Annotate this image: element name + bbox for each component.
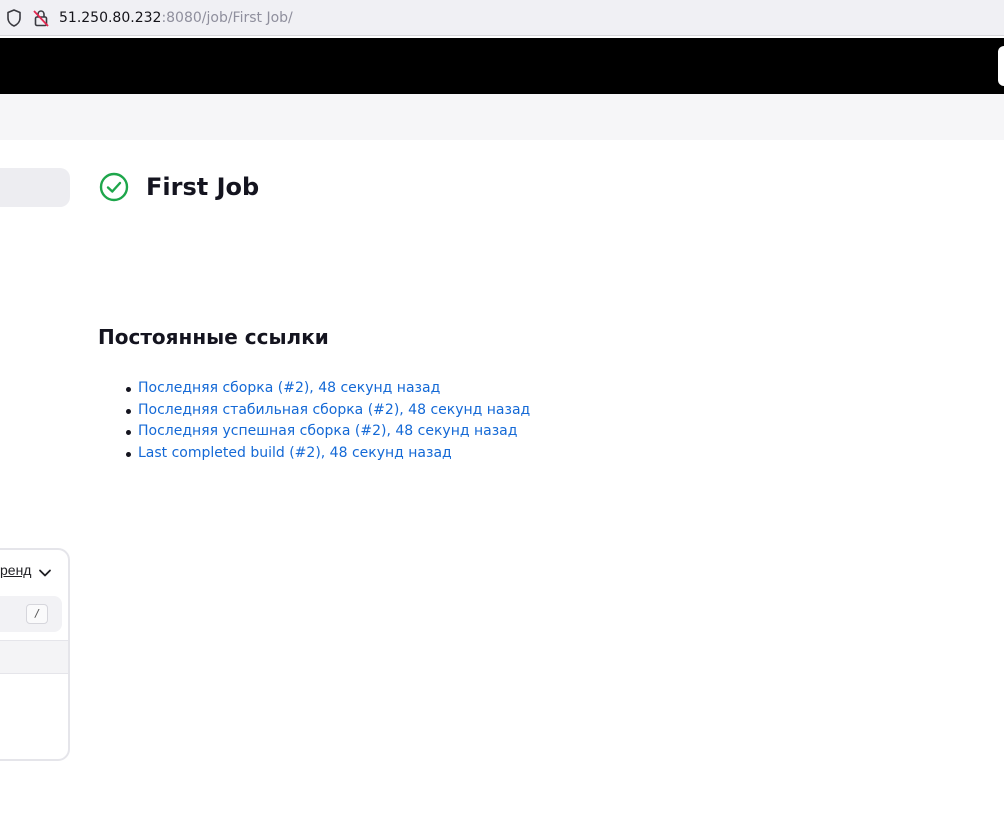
- list-item: Последняя сборка (#2), 48 секунд назад: [122, 378, 530, 400]
- divider: [0, 673, 68, 674]
- success-check-icon: [99, 172, 129, 202]
- list-item: Последняя успешная сборка (#2), 48 секун…: [122, 421, 530, 443]
- last-stable-build-link[interactable]: Последняя стабильная сборка (#2), 48 сек…: [138, 402, 530, 418]
- build-row[interactable]: [0, 641, 68, 673]
- header-action-button[interactable]: [998, 46, 1004, 86]
- browser-url-bar[interactable]: 51.250.80.232:8080/job/First Job/: [0, 0, 1004, 36]
- trend-link[interactable]: ренд: [0, 562, 31, 578]
- list-item: Last completed build (#2), 48 секунд наз…: [122, 443, 530, 465]
- build-history-panel: ренд /: [0, 548, 70, 761]
- sidebar-item-status[interactable]: [0, 168, 70, 207]
- permalinks-list: Последняя сборка (#2), 48 секунд назад П…: [122, 378, 530, 464]
- search-shortcut-key: /: [26, 604, 48, 624]
- list-item: Последняя стабильная сборка (#2), 48 сек…: [122, 400, 530, 422]
- insecure-lock-icon[interactable]: [33, 9, 49, 27]
- build-search-input[interactable]: /: [0, 596, 62, 632]
- address-field[interactable]: 51.250.80.232:8080/job/First Job/: [59, 9, 293, 27]
- last-completed-build-link[interactable]: Last completed build (#2), 48 секунд наз…: [138, 445, 452, 461]
- shield-icon[interactable]: [6, 9, 22, 27]
- chevron-down-icon[interactable]: [38, 566, 52, 580]
- last-build-link[interactable]: Последняя сборка (#2), 48 секунд назад: [138, 380, 440, 396]
- breadcrumb: [0, 94, 1004, 140]
- url-host: 51.250.80.232: [59, 10, 162, 26]
- url-path: :8080/job/First Job/: [161, 10, 293, 26]
- last-successful-build-link[interactable]: Последняя успешная сборка (#2), 48 секун…: [138, 423, 517, 439]
- app-header: [0, 38, 1004, 94]
- permalinks-heading: Постоянные ссылки: [98, 325, 329, 349]
- page-title: First Job: [146, 173, 260, 201]
